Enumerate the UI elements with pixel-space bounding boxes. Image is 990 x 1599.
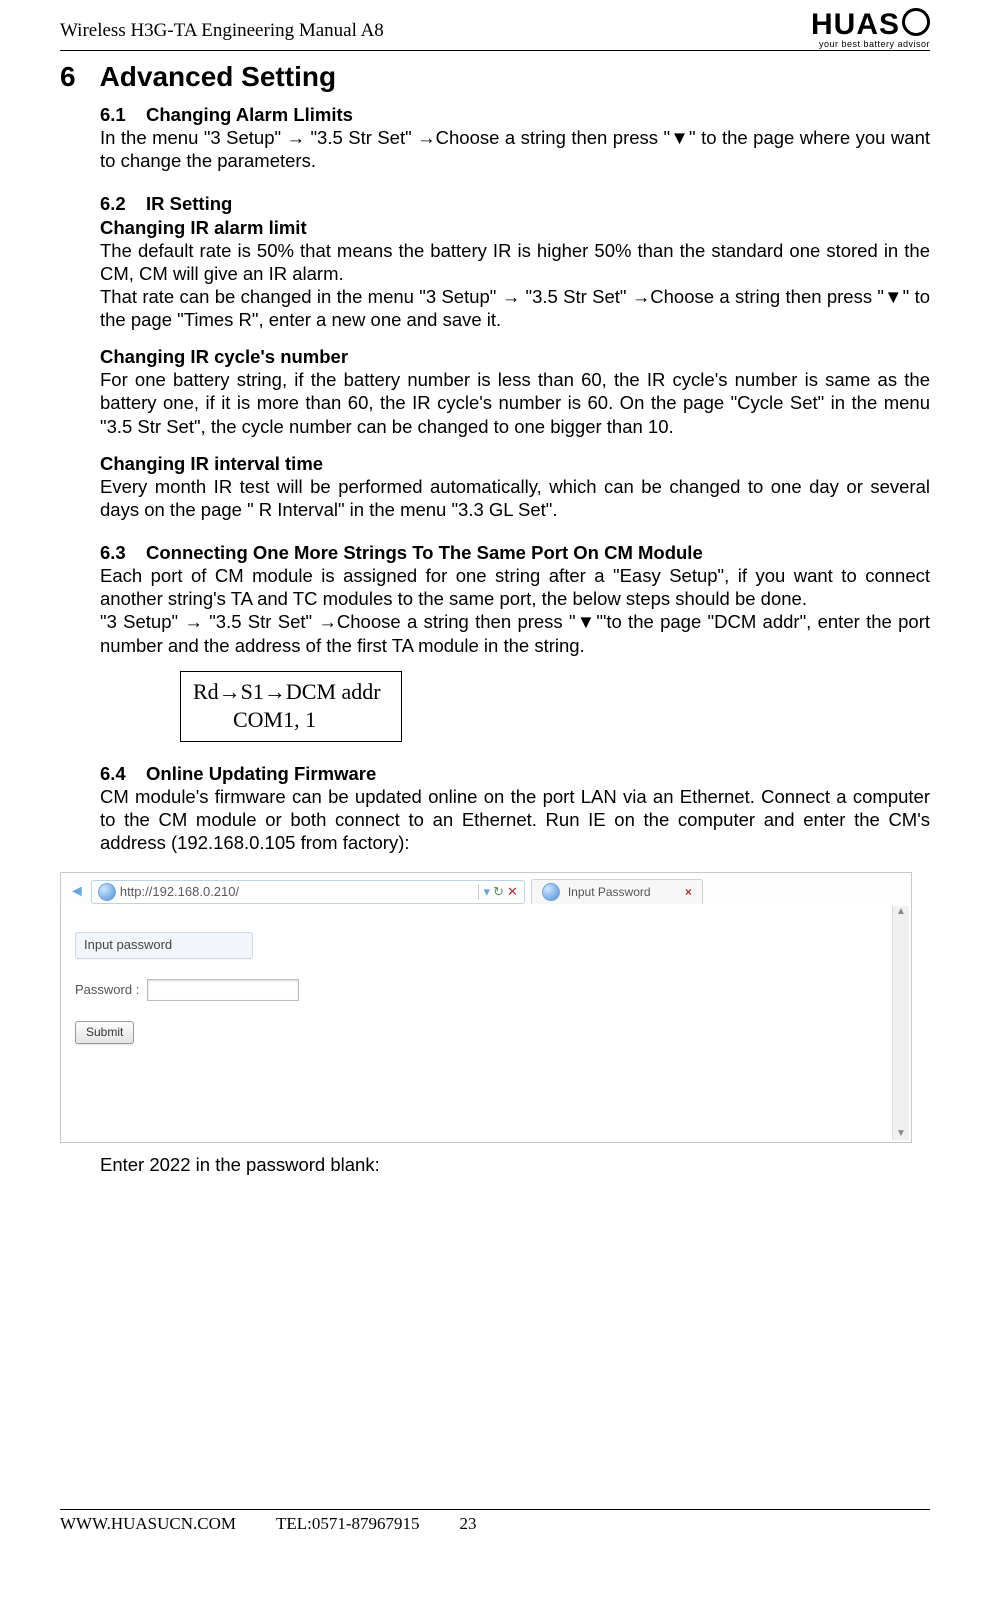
subsection-6-2-heading: 6.2IR Setting	[100, 192, 930, 215]
subsection-title: IR Setting	[146, 193, 232, 214]
subsection-title: Online Updating Firmware	[146, 763, 376, 784]
scrollbar[interactable]: ▲ ▼	[892, 906, 909, 1140]
lcd-display-box: Rd→S1→DCM addr COM1, 1	[180, 671, 402, 742]
submit-button[interactable]: Submit	[75, 1021, 134, 1044]
subsection-6-3-heading: 6.3Connecting One More Strings To The Sa…	[100, 541, 930, 564]
url-text: http://192.168.0.210/	[120, 884, 239, 900]
body-text: For one battery string, if the battery n…	[100, 368, 930, 437]
lcd-line-2: COM1, 1	[193, 706, 381, 735]
browser-toolbar: ◄ http://192.168.0.210/ ▾ ↻ ✕ Input Pass…	[61, 873, 911, 904]
section-heading: 6 Advanced Setting	[60, 61, 930, 93]
refresh-icon[interactable]: ↻	[493, 884, 504, 900]
footer-site: WWW.HUASUCN.COM	[60, 1514, 236, 1534]
ie-icon	[542, 883, 560, 901]
page-footer: WWW.HUASUCN.COM TEL:0571-87967915 23	[60, 1514, 477, 1534]
password-label: Password :	[75, 982, 139, 998]
footer-page: 23	[460, 1514, 477, 1534]
paragraph-heading: Changing IR alarm limit	[100, 216, 930, 239]
doc-title: Wireless H3G-TA Engineering Manual A8	[60, 10, 384, 42]
body-text: "3 Setup" → "3.5 Str Set" →Choose a stri…	[100, 610, 930, 656]
back-icon[interactable]: ◄	[69, 882, 85, 902]
body-text: That rate can be changed in the menu "3 …	[100, 285, 930, 331]
browser-viewport: Input password Password : Submit ▲ ▼	[61, 904, 911, 1142]
section-title: Advanced Setting	[100, 61, 336, 92]
logo-circle-icon	[902, 8, 930, 36]
address-bar-controls: ▾ ↻ ✕	[478, 884, 518, 900]
scroll-down-icon[interactable]: ▼	[896, 1128, 906, 1141]
body-text: Each port of CM module is assigned for o…	[100, 564, 930, 610]
lcd-line-1: Rd→S1→DCM addr	[193, 678, 381, 707]
subsection-num: 6.3	[100, 541, 146, 564]
password-input[interactable]	[147, 979, 299, 1001]
footer-tel: TEL:0571-87967915	[276, 1514, 420, 1534]
body-text: Every month IR test will be performed au…	[100, 475, 930, 521]
brand-logo: HUAS your best battery advisor	[811, 10, 930, 48]
subsection-num: 6.1	[100, 103, 146, 126]
body-text: CM module's firmware can be updated onli…	[100, 785, 930, 854]
subsection-title: Changing Alarm Llimits	[146, 104, 353, 125]
scroll-up-icon[interactable]: ▲	[896, 906, 906, 919]
body-text: In the menu "3 Setup" → "3.5 Str Set" →C…	[100, 126, 930, 172]
browser-screenshot: ◄ http://192.168.0.210/ ▾ ↻ ✕ Input Pass…	[60, 872, 912, 1143]
panel-title: Input password	[75, 932, 253, 958]
address-bar[interactable]: http://192.168.0.210/ ▾ ↻ ✕	[91, 880, 525, 904]
dropdown-icon[interactable]: ▾	[484, 884, 491, 900]
body-text: The default rate is 50% that means the b…	[100, 239, 930, 285]
subsection-6-4-heading: 6.4Online Updating Firmware	[100, 762, 930, 785]
paragraph-heading: Changing IR interval time	[100, 452, 930, 475]
browser-tab[interactable]: Input Password ×	[531, 879, 703, 904]
ie-icon	[98, 883, 116, 901]
stop-icon[interactable]: ✕	[507, 884, 518, 900]
section-number: 6	[60, 61, 76, 92]
tab-title: Input Password	[568, 885, 651, 900]
subsection-num: 6.2	[100, 192, 146, 215]
paragraph-heading: Changing IR cycle's number	[100, 345, 930, 368]
logo-text: HUAS	[811, 11, 900, 38]
logo-tagline: your best battery advisor	[819, 40, 930, 48]
subsection-num: 6.4	[100, 762, 146, 785]
close-icon[interactable]: ×	[685, 885, 692, 900]
body-text: Enter 2022 in the password blank:	[100, 1153, 930, 1176]
subsection-6-1-heading: 6.1Changing Alarm Llimits	[100, 103, 930, 126]
subsection-title: Connecting One More Strings To The Same …	[146, 542, 703, 563]
